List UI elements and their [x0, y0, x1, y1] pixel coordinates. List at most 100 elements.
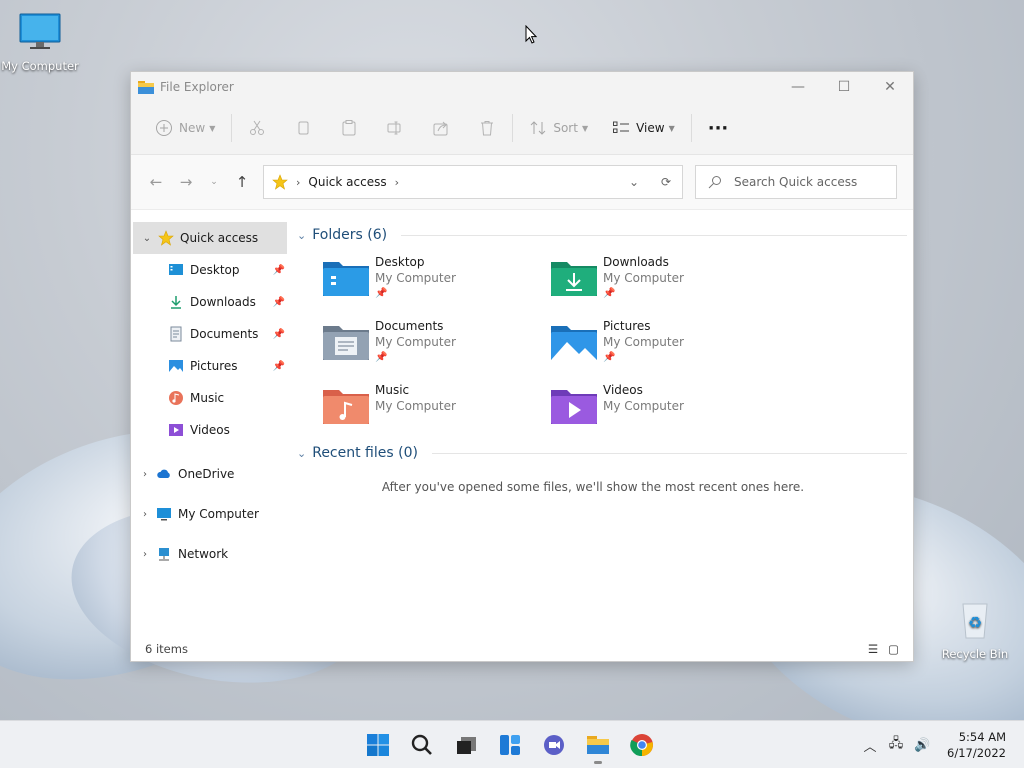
recent-files-section-header[interactable]: ⌄ Recent files (0)	[297, 440, 909, 466]
sidebar-item-videos[interactable]: Videos	[131, 414, 291, 446]
folder-location: My Computer	[603, 335, 684, 349]
chevron-down-icon[interactable]: ⌄	[136, 233, 158, 244]
search-input[interactable]: Search Quick access	[695, 165, 897, 199]
search-taskbar-button[interactable]	[400, 725, 444, 765]
monitor-icon	[157, 508, 171, 521]
pictures-folder-icon	[551, 326, 597, 360]
paste-button[interactable]	[334, 112, 364, 144]
rename-button[interactable]	[380, 112, 410, 144]
downloads-icon	[171, 296, 181, 309]
sidebar-item-documents[interactable]: Documents 📌	[131, 318, 291, 350]
chevron-right-icon[interactable]: ›	[134, 549, 156, 560]
search-placeholder: Search Quick access	[734, 175, 858, 189]
folder-item-downloads[interactable]: Downloads My Computer 📌	[549, 254, 777, 306]
share-button[interactable]	[426, 112, 456, 144]
videos-folder-icon	[551, 390, 597, 424]
refresh-icon[interactable]: ⟳	[650, 175, 682, 189]
start-button[interactable]	[356, 725, 400, 765]
widgets-button[interactable]	[488, 725, 532, 765]
sidebar-item-my-computer[interactable]: › My Computer	[131, 494, 291, 534]
folder-item-music[interactable]: Music My Computer	[321, 382, 549, 434]
system-tray: ︿ 🖧 🔊 5:54 AM 6/17/2022	[857, 721, 1024, 768]
task-view-button[interactable]	[444, 725, 488, 765]
file-explorer-icon	[138, 81, 154, 94]
clock[interactable]: 5:54 AM 6/17/2022	[947, 729, 1006, 761]
sidebar-item-network[interactable]: › Network	[131, 534, 291, 574]
folder-item-pictures[interactable]: Pictures My Computer 📌	[549, 318, 777, 370]
recent-locations-button[interactable]: ⌄	[201, 167, 227, 197]
divider	[690, 114, 692, 142]
task-view-icon	[457, 737, 476, 754]
title-bar[interactable]: File Explorer — ☐ ✕	[131, 72, 913, 102]
chevron-right-icon[interactable]: ›	[395, 176, 399, 189]
chevron-up-icon[interactable]: ︿	[857, 736, 883, 755]
desktop-icon-my-computer[interactable]: My Computer	[0, 12, 80, 73]
chevron-right-icon[interactable]: ›	[134, 509, 156, 520]
search-icon	[411, 734, 432, 755]
maximize-button[interactable]: ☐	[821, 72, 867, 102]
address-row: ← → ⌄ ↑ › Quick access › ⌄ ⟳ Search Quic…	[131, 155, 913, 210]
forward-button[interactable]: →	[171, 167, 201, 197]
pin-icon: 📌	[603, 352, 616, 363]
volume-icon[interactable]: 🔊	[909, 738, 935, 753]
folder-name: Documents	[375, 319, 444, 333]
folder-location: My Computer	[603, 399, 684, 413]
pin-icon: 📌	[603, 288, 616, 299]
divider	[401, 234, 907, 236]
file-explorer-taskbar-button[interactable]	[576, 725, 620, 765]
folder-location: My Computer	[375, 399, 456, 413]
sidebar-item-label: Videos	[190, 423, 230, 437]
up-button[interactable]: ↑	[227, 167, 257, 197]
view-button[interactable]: View ▼	[606, 112, 681, 144]
address-history-dropdown[interactable]: ⌄	[618, 175, 650, 189]
back-button[interactable]: ←	[141, 167, 171, 197]
more-options-button[interactable]: ···	[702, 112, 735, 144]
copy-button[interactable]	[288, 112, 318, 144]
address-bar[interactable]: › Quick access › ⌄ ⟳	[263, 165, 683, 199]
folder-item-documents[interactable]: Documents My Computer 📌	[321, 318, 549, 370]
sidebar-item-quick-access[interactable]: ⌄ Quick access	[133, 222, 287, 254]
pin-icon: 📌	[272, 264, 285, 276]
delete-button[interactable]	[472, 112, 502, 144]
new-button[interactable]: New ▼	[149, 112, 221, 144]
plus-circle-icon	[156, 120, 172, 136]
documents-icon	[170, 326, 182, 342]
sort-button[interactable]: Sort ▼	[523, 112, 594, 144]
sidebar-item-desktop[interactable]: Desktop 📌	[131, 254, 291, 286]
folders-section-header[interactable]: ⌄ Folders (6)	[297, 222, 909, 248]
chevron-down-icon[interactable]: ⌄	[297, 229, 306, 242]
chrome-button[interactable]	[620, 725, 664, 765]
desktop-icon-recycle-bin[interactable]: ♻ Recycle Bin	[935, 600, 1015, 661]
sidebar-item-onedrive[interactable]: › OneDrive	[131, 454, 291, 494]
sidebar-item-label: Downloads	[190, 295, 256, 309]
folder-item-videos[interactable]: Videos My Computer	[549, 382, 777, 434]
network-icon[interactable]: 🖧	[883, 734, 909, 756]
tiles-view-icon[interactable]: ▢	[888, 642, 899, 656]
desktop-folder-icon	[323, 262, 369, 296]
pin-icon: 📌	[272, 296, 285, 308]
close-button[interactable]: ✕	[867, 72, 913, 102]
divider	[431, 452, 907, 454]
folder-item-desktop[interactable]: Desktop My Computer 📌	[321, 254, 549, 306]
breadcrumb-quick-access[interactable]: Quick access	[308, 175, 386, 189]
sort-icon	[530, 121, 546, 135]
minimize-button[interactable]: —	[775, 72, 821, 102]
chevron-down-icon[interactable]: ⌄	[297, 447, 306, 460]
arrow-up-icon: ↑	[235, 173, 249, 191]
sidebar-item-pictures[interactable]: Pictures 📌	[131, 350, 291, 382]
divider	[231, 114, 233, 142]
downloads-folder-icon	[551, 262, 597, 296]
chat-button[interactable]	[532, 725, 576, 765]
star-icon	[158, 230, 174, 246]
mouse-cursor-icon	[525, 25, 537, 44]
documents-folder-icon	[323, 326, 369, 360]
chevron-right-icon[interactable]: ›	[134, 469, 156, 480]
cut-button[interactable]	[242, 112, 272, 144]
command-bar: New ▼ Sort ▼ View ▼ ···	[131, 102, 913, 155]
clock-time: 5:54 AM	[958, 730, 1006, 744]
music-folder-icon	[323, 390, 369, 424]
sidebar-item-music[interactable]: Music	[131, 382, 291, 414]
sidebar-item-label: Network	[178, 547, 229, 561]
details-view-icon[interactable]: ☰	[868, 642, 878, 656]
sidebar-item-downloads[interactable]: Downloads 📌	[131, 286, 291, 318]
